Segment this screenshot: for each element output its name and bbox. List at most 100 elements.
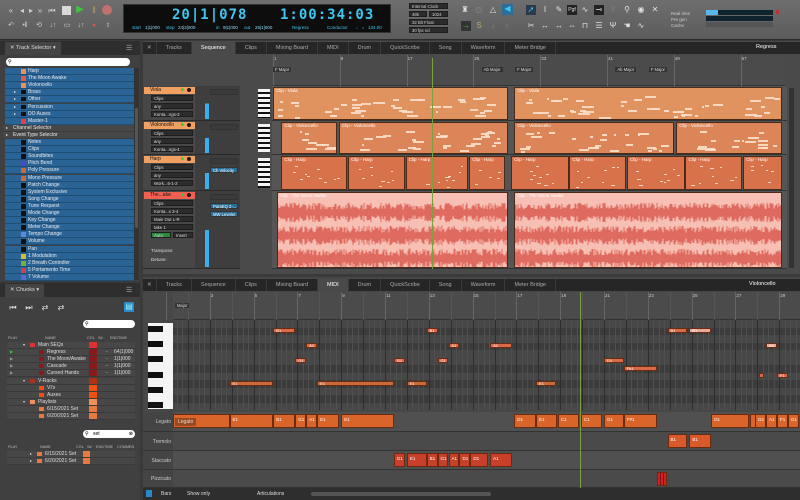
chunk-filter-input[interactable]: ⚲ set ⊗ xyxy=(83,430,135,438)
record-button[interactable] xyxy=(102,5,112,15)
articulation-block[interactable]: E1 xyxy=(317,414,339,428)
buffer-size-select[interactable]: 1024 xyxy=(429,11,448,17)
record-mode-icon[interactable]: ● xyxy=(89,21,99,31)
track-selector-item[interactable]: ▸ Other xyxy=(5,96,134,104)
insert-select[interactable]: Insert xyxy=(173,232,193,238)
chunk-row[interactable]: ▶ Regress -64|1|000 xyxy=(7,349,135,357)
articulation-block[interactable]: D1 xyxy=(711,414,749,428)
metronome-icon[interactable]: △ xyxy=(488,5,498,15)
chunk-row[interactable]: ▸ 6/20/2021 Set xyxy=(7,458,135,466)
wave-tool-icon[interactable]: ∿ xyxy=(580,5,590,15)
track-selector-item[interactable]: Mono Pressure xyxy=(5,174,134,182)
legato-chip[interactable]: Legato xyxy=(175,418,197,426)
track-selector-item[interactable]: 7 Volume xyxy=(5,273,134,281)
chunk-row[interactable]: ▾ V-Racks xyxy=(7,377,135,385)
audio-monitor-icon[interactable]: ◀ xyxy=(502,4,513,15)
track-header[interactable]: The...ake ▶ Clips Konta...s 3-4 Main Out L-R… xyxy=(143,191,195,269)
plugin-slot[interactable]: MW Leveler xyxy=(210,211,238,217)
track-field-select[interactable]: Konta...s 3-4 xyxy=(151,208,193,214)
record-enable-icon[interactable] xyxy=(187,123,191,127)
black-key[interactable] xyxy=(148,402,163,408)
tab-meter-bridge[interactable]: Meter Bridge xyxy=(505,42,556,54)
chunks-tab[interactable]: ✕ Chunks ▾ xyxy=(5,284,45,297)
midi-note[interactable] xyxy=(759,373,764,378)
articulation-block[interactable]: G1 xyxy=(393,453,405,467)
track-selector-item[interactable]: Harp xyxy=(5,68,134,75)
input-routing-icon[interactable]: → xyxy=(461,21,471,31)
shift-icon[interactable]: ⇧ xyxy=(103,21,113,31)
track-field-select[interactable]: Main Out L-R xyxy=(151,216,193,222)
track-field-select[interactable]: any xyxy=(151,138,193,144)
tab-song[interactable]: Song xyxy=(430,279,462,291)
chunk-row[interactable]: 6/20/2021 Set xyxy=(7,413,135,420)
clip[interactable]: Clip - Harp xyxy=(348,156,405,190)
tab-clips[interactable]: Clips xyxy=(236,42,267,54)
midi-note[interactable]: E1 xyxy=(229,381,274,386)
tab-song[interactable]: Song xyxy=(430,42,462,54)
play-icon[interactable]: ▶ xyxy=(10,363,13,369)
tab-tracks[interactable]: Tracks xyxy=(157,42,192,54)
ibeam-tool-icon[interactable]: I xyxy=(540,5,550,15)
mixer-icon[interactable]: ☰ xyxy=(594,21,604,31)
close-tool-icon[interactable]: ✕ xyxy=(650,5,660,15)
expand-icon[interactable]: ▸ xyxy=(14,96,16,102)
midi-note[interactable]: E1 xyxy=(536,381,556,386)
chunk-row[interactable]: ▸ 6/15/2021 Set xyxy=(7,451,135,458)
piano-keyboard[interactable] xyxy=(148,323,173,409)
chunk-color[interactable] xyxy=(89,398,97,405)
column-header[interactable]: S# xyxy=(87,445,92,449)
midi-note[interactable]: B1 xyxy=(667,328,688,333)
automation-select[interactable]: Auto xyxy=(151,232,171,238)
key-marker[interactable]: F Major xyxy=(273,67,292,72)
chunk-color[interactable] xyxy=(83,458,90,465)
key-tool-icon[interactable]: ⊸ xyxy=(594,5,604,15)
tab-midi[interactable]: MIDI xyxy=(318,42,349,54)
track-selector-tab[interactable]: ✕ Track Selector ▾ xyxy=(5,42,61,55)
column-header[interactable]: COMMEN xyxy=(117,445,134,449)
midi-note[interactable]: B1 xyxy=(273,328,296,333)
track-selector-item[interactable]: System Exclusive xyxy=(5,188,134,196)
bit-depth-select[interactable]: 32 Bit Float xyxy=(409,19,448,25)
articulation-block[interactable]: A1 xyxy=(306,414,318,428)
chunk-color[interactable] xyxy=(89,342,97,348)
clip[interactable]: Clip - Viola xyxy=(514,87,783,120)
track-selector-item[interactable]: Key Change xyxy=(5,217,134,225)
pause-button[interactable]: ‖ xyxy=(89,5,99,15)
chunk-color[interactable] xyxy=(89,363,97,370)
out-value[interactable]: 25|1|000 xyxy=(255,25,272,30)
sequence-ruler[interactable]: 1 9 17 25 33 41 49 57 F Major Ab Major F Major Ab M… xyxy=(272,55,785,86)
track-header[interactable]: Violoncello ▶ Clips any Konta...ngs-4 xyxy=(143,121,195,155)
expand-icon[interactable]: ▾ xyxy=(23,378,25,384)
punch-icon[interactable]: •‖ xyxy=(20,21,30,31)
chunk-row[interactable]: Auxes xyxy=(7,391,135,399)
articulation-block[interactable]: F1 xyxy=(777,414,788,428)
clip[interactable]: Clip - Harp xyxy=(627,156,685,190)
clip[interactable]: Clip - Harp xyxy=(685,156,743,190)
midi-note[interactable]: F1 xyxy=(777,373,788,378)
tab-mixing-board[interactable]: Mixing Board xyxy=(267,279,319,291)
chunk-menu[interactable]: Regress xyxy=(756,44,776,50)
chunk-row[interactable]: ▾ Playlists xyxy=(7,398,135,406)
rewind-icon[interactable]: « xyxy=(6,6,16,16)
track-selector-item[interactable]: 1 Modulation xyxy=(5,252,134,260)
articulation-lane[interactable]: Legato E1 B1 G1 A1 E1 E1 D1 E1 C1 C1 G1 F#1 D1 D2 A1 F1 G… xyxy=(156,412,800,432)
expand-icon[interactable]: ▸ xyxy=(14,111,16,117)
solo-icon[interactable]: S xyxy=(474,21,484,31)
articulation-block[interactable]: E1 xyxy=(229,414,274,428)
track-field-select[interactable]: Konta...ngs-3 xyxy=(151,111,193,117)
track-selector-item[interactable]: ▸ DO Auxes xyxy=(5,110,134,118)
play-indicator-icon[interactable]: ▶ xyxy=(10,349,13,355)
tab-quickscribe[interactable]: QuickScribe xyxy=(381,279,430,291)
column-header[interactable]: ENDTIME xyxy=(110,336,127,340)
insert-select[interactable] xyxy=(210,158,238,164)
articulation-block[interactable]: E1 xyxy=(536,414,557,428)
tab-mixing-board[interactable]: Mixing Board xyxy=(267,42,319,54)
articulation-block[interactable]: G1 xyxy=(604,414,624,428)
play-enable-icon[interactable]: ▶ xyxy=(181,87,185,93)
track-header[interactable]: Harp ▶ Clips any Work...6-1-2 xyxy=(143,155,195,191)
track-selector-item[interactable]: ▸ Channel Selector xyxy=(3,124,134,132)
track-selector-item[interactable]: Pan xyxy=(5,245,134,253)
clip[interactable]: Clip - Violoncello xyxy=(338,122,508,154)
track-search-input[interactable]: ⚲ xyxy=(6,58,130,66)
track-selector-item[interactable]: Master-1 xyxy=(5,117,134,125)
